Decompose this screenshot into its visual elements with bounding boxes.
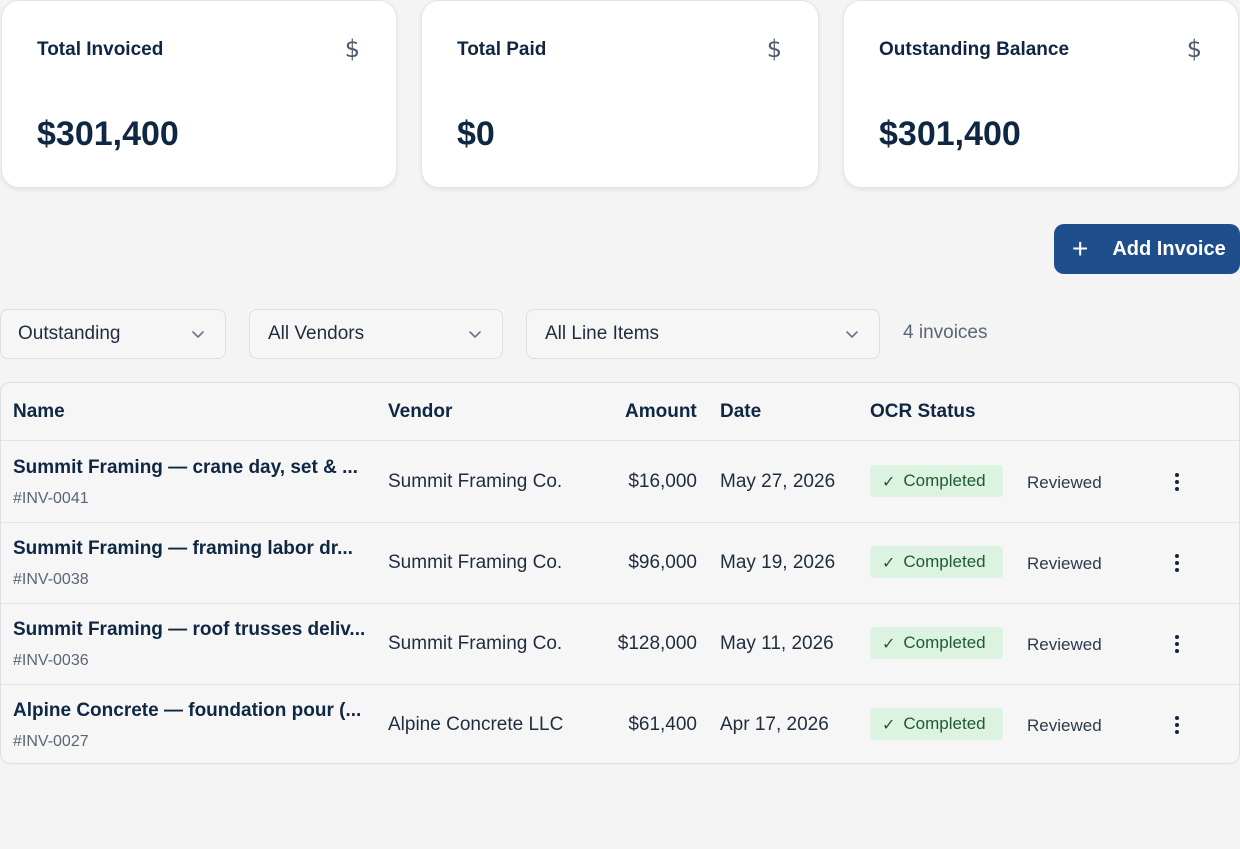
ocr-status-text: Completed (903, 633, 986, 652)
table-row[interactable]: Summit Framing — roof trusses deliv... #… (1, 604, 1239, 685)
dollar-icon: $ (344, 35, 360, 63)
review-status: Reviewed (1027, 554, 1102, 573)
add-invoice-button[interactable]: + Add Invoice (1054, 224, 1240, 274)
header-vendor[interactable]: Vendor (388, 401, 452, 423)
add-invoice-label: Add Invoice (1112, 237, 1226, 260)
invoice-date: May 11, 2026 (720, 633, 834, 654)
table-row[interactable]: Summit Framing — framing labor dr... #IN… (1, 523, 1239, 604)
more-options-icon[interactable] (1167, 710, 1187, 740)
ocr-status-badge: ✓ Completed (870, 546, 1003, 578)
ocr-status-text: Completed (903, 714, 986, 733)
total-paid-card: Total Paid $ $0 (421, 0, 819, 188)
invoice-date: May 19, 2026 (720, 552, 836, 573)
outstanding-balance-value: $301,400 (879, 115, 1021, 153)
table-header: Name Vendor Amount Date OCR Status (1, 383, 1239, 441)
check-icon: ✓ (882, 471, 896, 491)
invoice-vendor: Alpine Concrete LLC (388, 714, 564, 735)
check-icon: ✓ (882, 633, 896, 653)
chevron-down-icon (846, 331, 858, 338)
header-amount[interactable]: Amount (625, 401, 697, 423)
vendor-filter-select[interactable]: All Vendors (249, 309, 503, 359)
ocr-status-badge: ✓ Completed (870, 708, 1003, 740)
line-items-filter-value: All Line Items (545, 323, 660, 344)
review-status: Reviewed (1027, 716, 1102, 735)
invoice-id: #INV-0027 (13, 733, 89, 750)
total-paid-value: $0 (457, 115, 495, 153)
ocr-status-badge: ✓ Completed (870, 627, 1003, 659)
dollar-icon: $ (766, 35, 782, 63)
invoice-name[interactable]: Summit Framing — framing labor dr... (13, 538, 368, 560)
chevron-down-icon (469, 331, 481, 338)
plus-icon: + (1072, 233, 1089, 264)
invoice-vendor: Summit Framing Co. (388, 552, 563, 573)
vendor-filter-value: All Vendors (268, 323, 365, 344)
chevron-down-icon (192, 331, 204, 338)
invoice-id: #INV-0038 (13, 571, 89, 588)
check-icon: ✓ (882, 552, 896, 572)
total-paid-label: Total Paid (457, 39, 547, 60)
header-name[interactable]: Name (13, 401, 65, 423)
invoice-name[interactable]: Summit Framing — crane day, set & ... (13, 457, 368, 479)
status-filter-select[interactable]: Outstanding (0, 309, 226, 359)
invoice-amount: $61,400 (628, 714, 697, 735)
review-status: Reviewed (1027, 635, 1102, 654)
status-filter-value: Outstanding (18, 323, 121, 344)
line-items-filter-select[interactable]: All Line Items (526, 309, 880, 359)
invoice-count: 4 invoices (903, 322, 988, 343)
invoices-table: Name Vendor Amount Date OCR Status Summi… (0, 382, 1240, 764)
dollar-icon: $ (1186, 35, 1202, 63)
table-row[interactable]: Alpine Concrete — foundation pour (... #… (1, 685, 1239, 763)
total-invoiced-value: $301,400 (37, 115, 179, 153)
ocr-status-badge: ✓ Completed (870, 465, 1003, 497)
ocr-status-text: Completed (903, 471, 986, 490)
more-options-icon[interactable] (1167, 629, 1187, 659)
outstanding-balance-card: Outstanding Balance $ $301,400 (843, 0, 1239, 188)
invoice-id: #INV-0041 (13, 490, 89, 507)
invoice-date: May 27, 2026 (720, 471, 836, 492)
total-invoiced-label: Total Invoiced (37, 39, 164, 60)
summary-cards: Total Invoiced $ $301,400 Total Paid $ $… (0, 0, 1240, 190)
invoice-name[interactable]: Summit Framing — roof trusses deliv... (13, 619, 368, 641)
ocr-status-text: Completed (903, 552, 986, 571)
header-ocr-status[interactable]: OCR Status (870, 401, 976, 423)
total-invoiced-card: Total Invoiced $ $301,400 (1, 0, 397, 188)
table-row[interactable]: Summit Framing — crane day, set & ... #I… (1, 442, 1239, 523)
invoice-vendor: Summit Framing Co. (388, 633, 563, 654)
review-status: Reviewed (1027, 473, 1102, 492)
more-options-icon[interactable] (1167, 548, 1187, 578)
invoice-amount: $128,000 (617, 633, 697, 654)
more-options-icon[interactable] (1167, 467, 1187, 497)
invoice-amount: $16,000 (628, 471, 697, 492)
invoice-name[interactable]: Alpine Concrete — foundation pour (... (13, 700, 368, 722)
invoice-vendor: Summit Framing Co. (388, 471, 563, 492)
invoice-id: #INV-0036 (13, 652, 89, 669)
invoice-date: Apr 17, 2026 (720, 714, 829, 735)
check-icon: ✓ (882, 714, 896, 734)
outstanding-balance-label: Outstanding Balance (879, 39, 1070, 60)
header-date[interactable]: Date (720, 401, 761, 423)
invoice-amount: $96,000 (628, 552, 697, 573)
